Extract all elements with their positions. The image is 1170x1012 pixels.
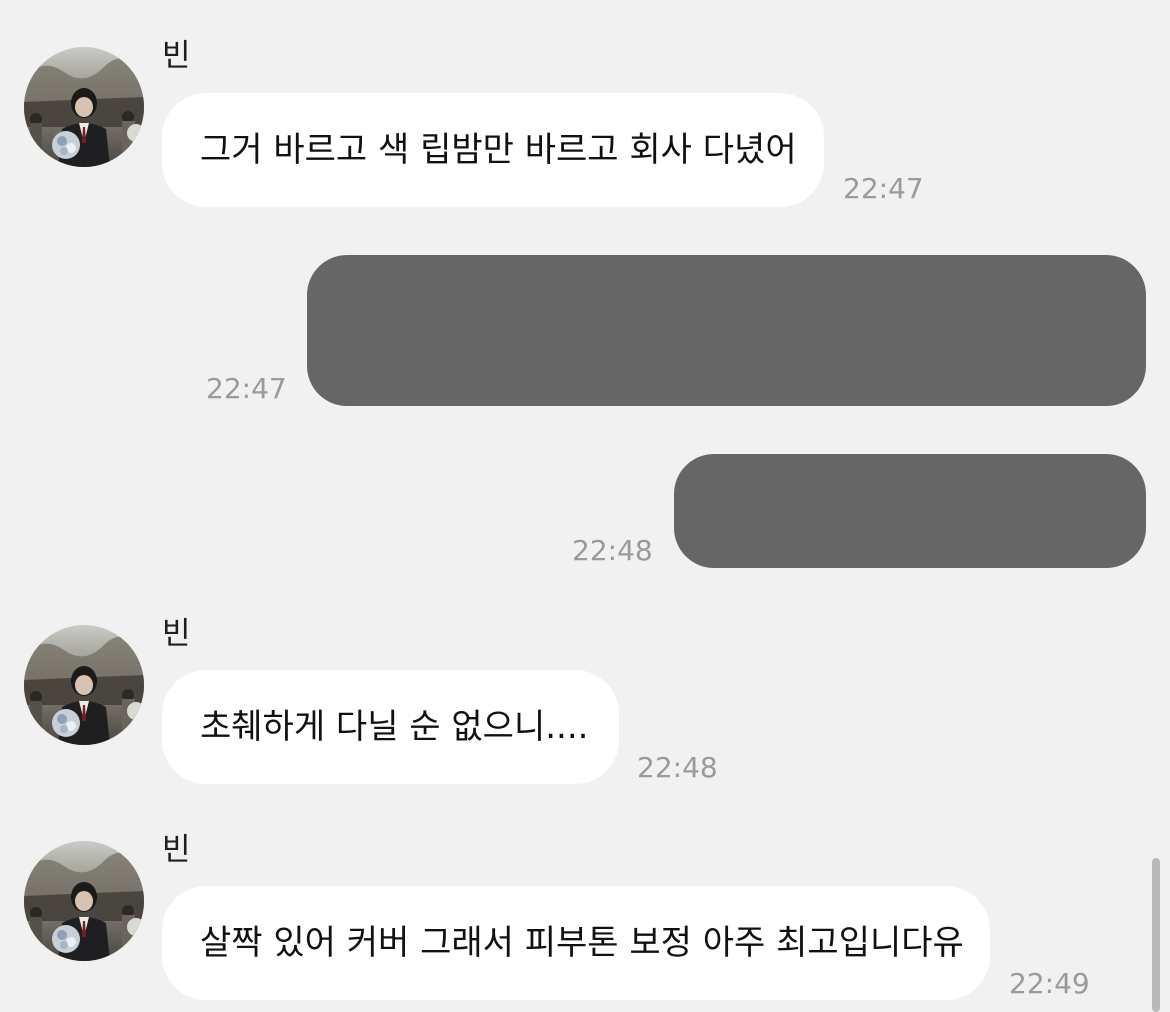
avatar[interactable]	[24, 625, 144, 745]
sender-name: 빈	[162, 832, 191, 868]
sender-name: 빈	[162, 38, 191, 74]
message-timestamp: 22:47	[843, 172, 924, 205]
message-bubble[interactable]: 살짝 있어 커버 그래서 피부톤 보정 아주 최고입니다유	[162, 886, 990, 1000]
profile-photo-icon	[24, 625, 144, 745]
redacted-message-bubble[interactable]	[307, 255, 1146, 406]
profile-photo-icon	[24, 47, 144, 167]
message-bubble[interactable]: 초췌하게 다닐 순 없으니....	[162, 670, 619, 784]
message-timestamp: 22:47	[206, 372, 287, 405]
sender-name: 빈	[162, 616, 191, 652]
avatar[interactable]	[24, 47, 144, 167]
avatar[interactable]	[24, 841, 144, 961]
message-bubble[interactable]: 그거 바르고 색 립밤만 바르고 회사 다녔어	[162, 93, 824, 207]
message-timestamp: 22:48	[637, 751, 718, 784]
scrollbar[interactable]	[1152, 858, 1160, 1012]
message-timestamp: 22:48	[572, 534, 653, 567]
redacted-message-bubble[interactable]	[674, 454, 1146, 568]
profile-photo-icon	[24, 841, 144, 961]
message-timestamp: 22:49	[1009, 967, 1090, 1000]
